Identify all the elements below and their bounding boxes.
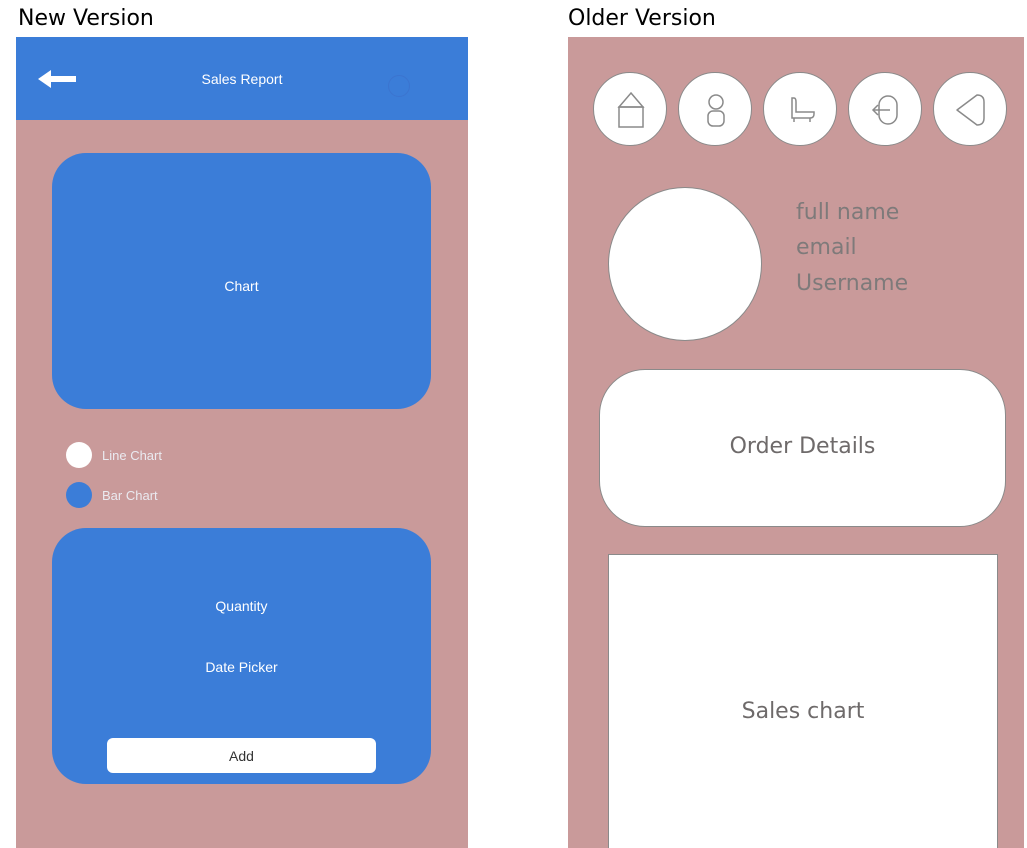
avatar bbox=[608, 187, 762, 341]
order-details-button[interactable]: Order Details bbox=[599, 369, 1006, 527]
profile-full-name: full name bbox=[796, 200, 900, 225]
chart-placeholder: Chart bbox=[52, 153, 431, 409]
bathtub-icon bbox=[791, 97, 815, 122]
add-button[interactable]: Add bbox=[107, 738, 376, 773]
profile-username: Username bbox=[796, 271, 909, 296]
older-version-caption: Older Version bbox=[568, 6, 716, 31]
home-icon bbox=[617, 91, 645, 128]
user-icon bbox=[707, 94, 725, 127]
app-header: Sales Report bbox=[16, 37, 468, 120]
order-details-label: Order Details bbox=[729, 434, 876, 459]
bar-chart-option[interactable]: Bar Chart bbox=[66, 482, 158, 508]
new-version-caption: New Version bbox=[18, 6, 154, 31]
nav-logout-button[interactable] bbox=[848, 72, 922, 146]
nav-tag-button[interactable] bbox=[933, 72, 1007, 146]
radio-bar-chart[interactable] bbox=[66, 482, 92, 508]
bar-chart-label: Bar Chart bbox=[102, 487, 158, 503]
sales-chart-placeholder: Sales chart bbox=[608, 554, 998, 848]
new-version-screen: Sales Report Chart Line Chart Bar Chart … bbox=[16, 37, 468, 848]
nav-profile-button[interactable] bbox=[678, 72, 752, 146]
radio-line-chart[interactable] bbox=[66, 442, 92, 468]
tag-icon bbox=[956, 94, 985, 126]
chart-label: Chart bbox=[224, 278, 259, 294]
nav-home-button[interactable] bbox=[593, 72, 667, 146]
sales-chart-label: Sales chart bbox=[741, 699, 865, 724]
date-picker-field[interactable]: Date Picker bbox=[52, 659, 431, 675]
quantity-field[interactable]: Quantity bbox=[52, 598, 431, 614]
line-chart-option[interactable]: Line Chart bbox=[66, 442, 162, 468]
logout-icon bbox=[871, 95, 898, 125]
older-version-screen: full name email Username Order Details S… bbox=[568, 37, 1024, 848]
sales-form: Quantity Date Picker Add bbox=[52, 528, 431, 784]
line-chart-label: Line Chart bbox=[102, 447, 162, 463]
loading-spinner-icon bbox=[388, 75, 410, 97]
nav-bath-button[interactable] bbox=[763, 72, 837, 146]
profile-email: email bbox=[796, 235, 857, 260]
